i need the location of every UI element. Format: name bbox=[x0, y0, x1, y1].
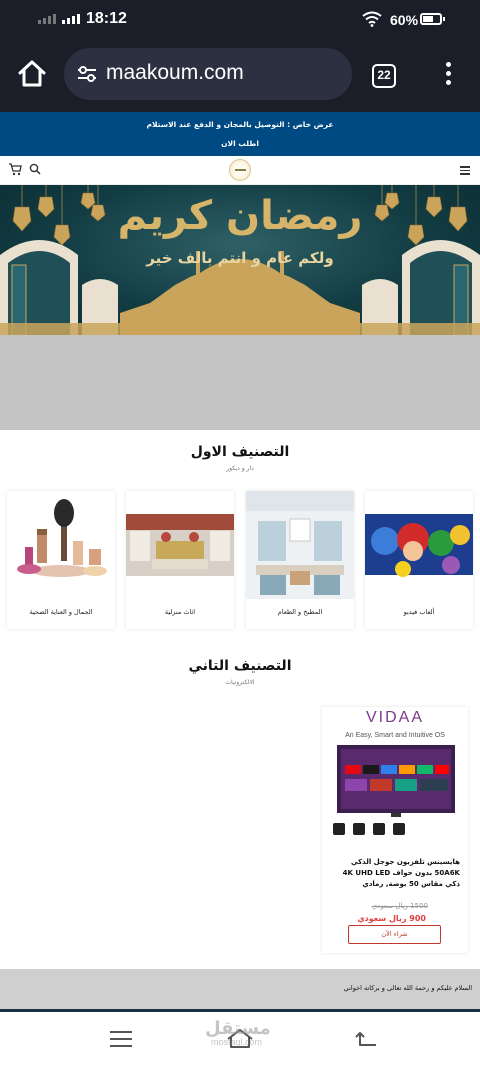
image-placeholder bbox=[0, 335, 480, 430]
sim2-signal-icon bbox=[62, 14, 80, 24]
cart-icon[interactable] bbox=[8, 163, 22, 176]
buy-now-button[interactable]: شراء الآن bbox=[348, 925, 441, 944]
watermark-url: mostaql.com bbox=[211, 1037, 263, 1047]
product-brand: VIDAA bbox=[366, 709, 424, 726]
promo-banner: عرض خاص : التوصيل بالمجان و الدفع عند ال… bbox=[0, 112, 480, 156]
url-text[interactable]: maakoum.com bbox=[106, 61, 244, 85]
category-image-beauty bbox=[7, 491, 115, 599]
category-card-video-games[interactable]: ألعاب فيديو bbox=[365, 491, 473, 629]
category-image-furniture bbox=[126, 491, 234, 599]
tab-switcher-button[interactable]: 22 bbox=[372, 64, 396, 88]
site-logo[interactable] bbox=[229, 159, 251, 181]
watermark-logo: مستقل bbox=[205, 1018, 271, 1039]
ramadan-banner[interactable]: رمضان كريم ولكم عام و انتم بالف خير bbox=[0, 185, 480, 335]
banner-subtitle: ولكم عام و انتم بالف خير bbox=[146, 249, 334, 267]
sim1-signal-icon bbox=[38, 14, 56, 24]
status-bar: 18:12 60% bbox=[0, 0, 480, 38]
category-name: المطبخ و الطعام bbox=[277, 608, 323, 616]
promo-text: عرض خاص : التوصيل بالمجان و الدفع عند ال… bbox=[146, 120, 334, 129]
home-icon[interactable] bbox=[16, 58, 48, 90]
category-card-beauty[interactable]: الجمال و العناية الصحية bbox=[7, 491, 115, 629]
site-header bbox=[0, 156, 480, 185]
section-1-title: التصنيف الاول bbox=[190, 444, 290, 460]
clock: 18:12 bbox=[86, 10, 127, 27]
footer-text: السلام عليكم و رحمة الله تعالى و بركاته … bbox=[343, 984, 472, 992]
section-1-subtitle: دار و ديكور bbox=[226, 465, 254, 472]
product-price: 900 ريال سعودي bbox=[357, 914, 426, 923]
recent-apps-icon[interactable] bbox=[110, 1031, 132, 1052]
product-card[interactable]: VIDAA An Easy, Smart and Intuitive OS ها… bbox=[322, 707, 468, 953]
category-image-kitchen bbox=[246, 491, 354, 599]
wifi-icon bbox=[362, 11, 382, 27]
section-2-title: التصنيف التاني bbox=[188, 658, 292, 674]
section-2-subtitle: الالكترونيات bbox=[225, 679, 255, 686]
product-image: VIDAA An Easy, Smart and Intuitive OS bbox=[325, 707, 465, 847]
order-now-link[interactable]: اطلب الان bbox=[0, 139, 480, 148]
battery-percent: 60% bbox=[390, 12, 419, 28]
product-tagline: An Easy, Smart and Intuitive OS bbox=[345, 732, 445, 739]
site-menu-icon[interactable] bbox=[460, 166, 470, 177]
product-name[interactable]: هايسينس تلفزيون جوجل الذكي 50A6K بدون حو… bbox=[330, 857, 460, 890]
category-name: اثاث منزلية bbox=[164, 608, 196, 616]
category-image-video-games bbox=[365, 491, 473, 599]
category-card-kitchen[interactable]: المطبخ و الطعام bbox=[246, 491, 354, 629]
nav-back-icon[interactable] bbox=[354, 1029, 378, 1047]
category-name: الجمال و العناية الصحية bbox=[29, 608, 93, 616]
browser-toolbar: maakoum.com 22 bbox=[0, 38, 480, 112]
footer-message-bar: السلام عليكم و رحمة الله تعالى و بركاته … bbox=[0, 969, 480, 1009]
banner-title: رمضان كريم bbox=[117, 193, 363, 239]
product-old-price: 1500 ريال سعودي bbox=[371, 902, 428, 910]
battery-icon bbox=[420, 13, 445, 25]
search-icon[interactable] bbox=[29, 163, 41, 175]
category-name: ألعاب فيديو bbox=[403, 608, 435, 616]
category-card-furniture[interactable]: اثاث منزلية bbox=[126, 491, 234, 629]
address-bar[interactable]: maakoum.com bbox=[64, 48, 352, 100]
browser-menu-icon[interactable] bbox=[440, 62, 456, 90]
site-settings-icon[interactable] bbox=[76, 64, 98, 84]
